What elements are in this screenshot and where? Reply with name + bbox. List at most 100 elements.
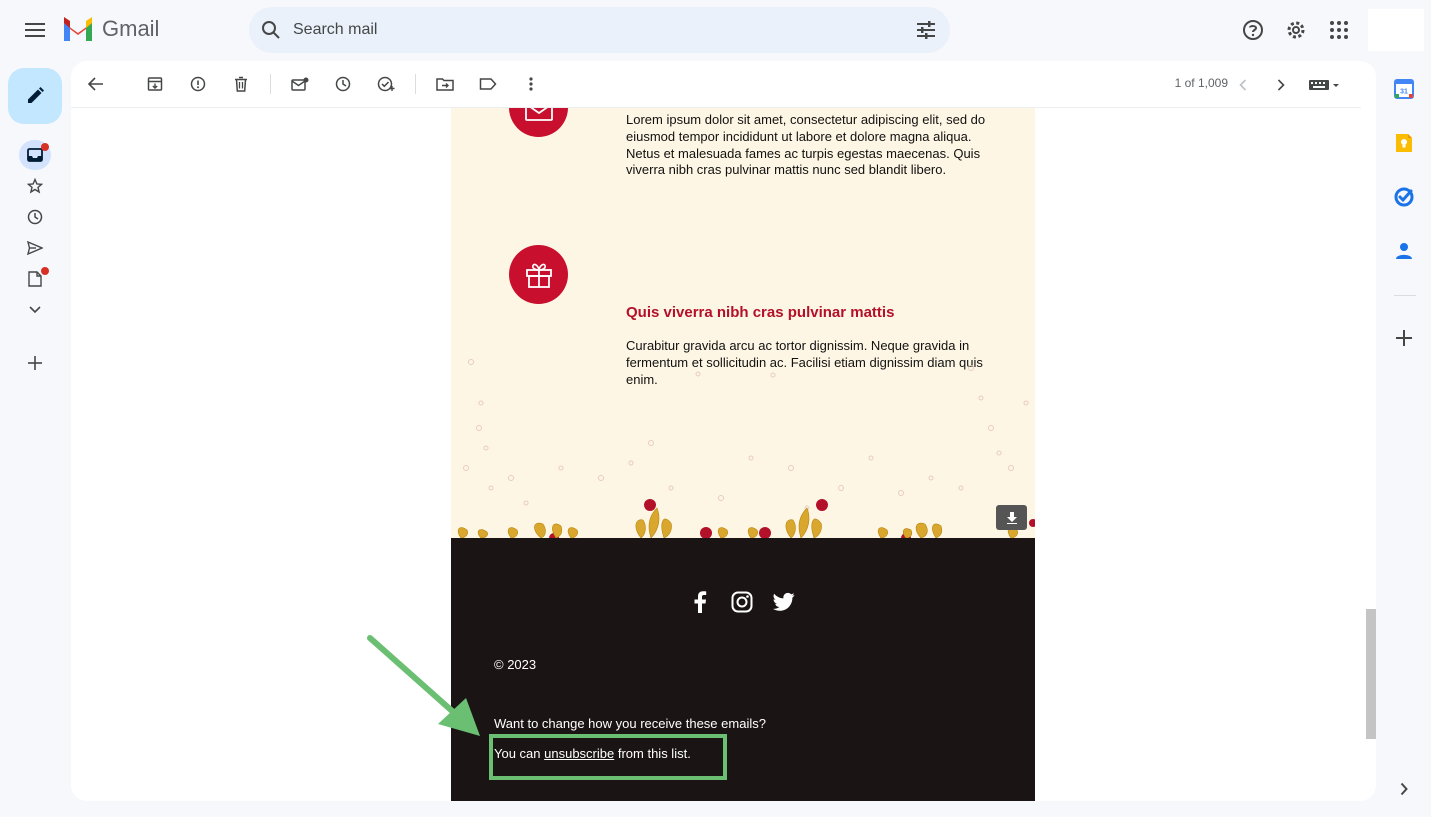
- chevron-right-icon: [1400, 782, 1408, 796]
- search-options-icon[interactable]: [916, 21, 936, 39]
- chevron-left-icon: [1239, 79, 1247, 91]
- contacts-icon: [1396, 243, 1412, 259]
- twitter-icon[interactable]: [773, 591, 795, 613]
- more-options-button[interactable]: [511, 64, 551, 104]
- get-addons-button[interactable]: [1391, 325, 1417, 351]
- nav-drafts[interactable]: [19, 264, 51, 294]
- show-side-panel-button[interactable]: [1391, 776, 1417, 802]
- clock-icon: [27, 209, 43, 225]
- side-panel-divider: [1394, 295, 1416, 296]
- snooze-clock-icon: [335, 76, 351, 92]
- scrollbar-thumb[interactable]: [1366, 609, 1376, 739]
- more-vertical-icon: [529, 77, 533, 91]
- gmail-logo[interactable]: Gmail: [62, 16, 159, 42]
- pencil-icon: [28, 87, 44, 103]
- gift-badge: [509, 245, 568, 304]
- delete-button[interactable]: [221, 64, 261, 104]
- nav-starred[interactable]: [19, 171, 51, 201]
- archive-icon: [147, 77, 163, 91]
- snooze-button[interactable]: [323, 64, 363, 104]
- message-toolbar: [71, 61, 1361, 108]
- calendar-icon: 31: [1394, 79, 1414, 99]
- settings-button[interactable]: [1276, 10, 1316, 50]
- archive-button[interactable]: [135, 64, 175, 104]
- download-icon: [1006, 511, 1017, 524]
- nav-sent[interactable]: [19, 233, 51, 263]
- spam-icon: [190, 76, 206, 92]
- gear-icon: [1287, 21, 1305, 39]
- report-spam-button[interactable]: [178, 64, 218, 104]
- email-preferences-question: Want to change how you receive these ema…: [494, 716, 766, 731]
- apps-grid-icon: [1330, 21, 1348, 39]
- tasks-app-button[interactable]: [1391, 184, 1417, 210]
- toolbar-divider: [270, 74, 271, 94]
- svg-text:31: 31: [1400, 89, 1408, 96]
- main-menu-button[interactable]: [18, 14, 52, 46]
- input-tools-button[interactable]: [1301, 65, 1347, 105]
- message-view: 1 of 1,009 Lorem ipsum dolor sit amet, c…: [71, 61, 1376, 801]
- search-input[interactable]: [293, 21, 916, 39]
- plus-icon: [28, 356, 42, 370]
- inbox-unread-dot: [41, 143, 49, 151]
- chevron-right-icon: [1277, 79, 1285, 91]
- keep-app-button[interactable]: [1391, 130, 1417, 156]
- feature-2-title: Quis viverra nibh cras pulvinar mattis: [626, 304, 895, 321]
- move-to-button[interactable]: [425, 64, 465, 104]
- feature-1-body: Lorem ipsum dolor sit amet, consectetur …: [626, 112, 986, 178]
- draft-icon: [28, 271, 42, 287]
- nav-create-label[interactable]: [19, 348, 51, 378]
- search-bar: [249, 7, 950, 53]
- envelope-icon: [524, 108, 553, 121]
- image-download-button[interactable]: [996, 505, 1027, 530]
- send-icon: [27, 241, 43, 255]
- drafts-unread-dot: [41, 267, 49, 275]
- help-icon: [1243, 20, 1263, 40]
- gift-icon: [525, 263, 552, 288]
- tasks-icon: [1394, 187, 1414, 207]
- add-task-icon: [377, 76, 395, 92]
- message-pager: 1 of 1,009: [1174, 76, 1228, 90]
- keep-icon: [1396, 134, 1412, 152]
- mark-unread-button[interactable]: [280, 64, 320, 104]
- plus-icon: [1396, 330, 1412, 346]
- inbox-icon: [27, 148, 43, 162]
- arrow-left-icon: [88, 77, 103, 91]
- side-panel: 31: [1380, 61, 1431, 817]
- search-icon[interactable]: [261, 20, 281, 40]
- calendar-app-button[interactable]: 31: [1391, 76, 1417, 102]
- envelope-badge: [509, 108, 568, 137]
- social-links: [689, 591, 795, 613]
- account-avatar[interactable]: [1368, 9, 1424, 51]
- support-button[interactable]: [1233, 10, 1273, 50]
- chevron-down-icon: [29, 306, 41, 314]
- gmail-m-icon: [64, 17, 92, 41]
- add-to-tasks-button[interactable]: [366, 64, 406, 104]
- festive-leaves-decoration: [457, 359, 1035, 538]
- label-icon: [479, 78, 497, 90]
- email-body: Lorem ipsum dolor sit amet, consectetur …: [451, 108, 1035, 801]
- older-button[interactable]: [1261, 65, 1301, 105]
- star-icon: [27, 178, 43, 194]
- top-bar: Gmail: [0, 0, 1431, 60]
- move-folder-icon: [436, 78, 454, 91]
- keyboard-icon: [1309, 80, 1339, 90]
- facebook-icon[interactable]: [689, 591, 711, 613]
- labels-button[interactable]: [468, 64, 508, 104]
- apps-button[interactable]: [1319, 10, 1359, 50]
- compose-button[interactable]: [8, 68, 62, 124]
- toolbar-divider: [415, 74, 416, 94]
- mark-unread-icon: [291, 77, 309, 91]
- hamburger-icon: [25, 23, 45, 37]
- annotation-arrow: [367, 635, 480, 736]
- contacts-app-button[interactable]: [1391, 238, 1417, 264]
- instagram-icon[interactable]: [731, 591, 753, 613]
- nav-more[interactable]: [19, 295, 51, 325]
- copyright-text: © 2023: [494, 657, 537, 672]
- trash-icon: [235, 76, 247, 92]
- nav-inbox[interactable]: [19, 140, 51, 170]
- newer-button[interactable]: [1223, 65, 1263, 105]
- header-actions: [1233, 0, 1431, 60]
- back-button[interactable]: [76, 64, 116, 104]
- nav-snoozed[interactable]: [19, 202, 51, 232]
- unsubscribe-highlight-box: [489, 734, 727, 780]
